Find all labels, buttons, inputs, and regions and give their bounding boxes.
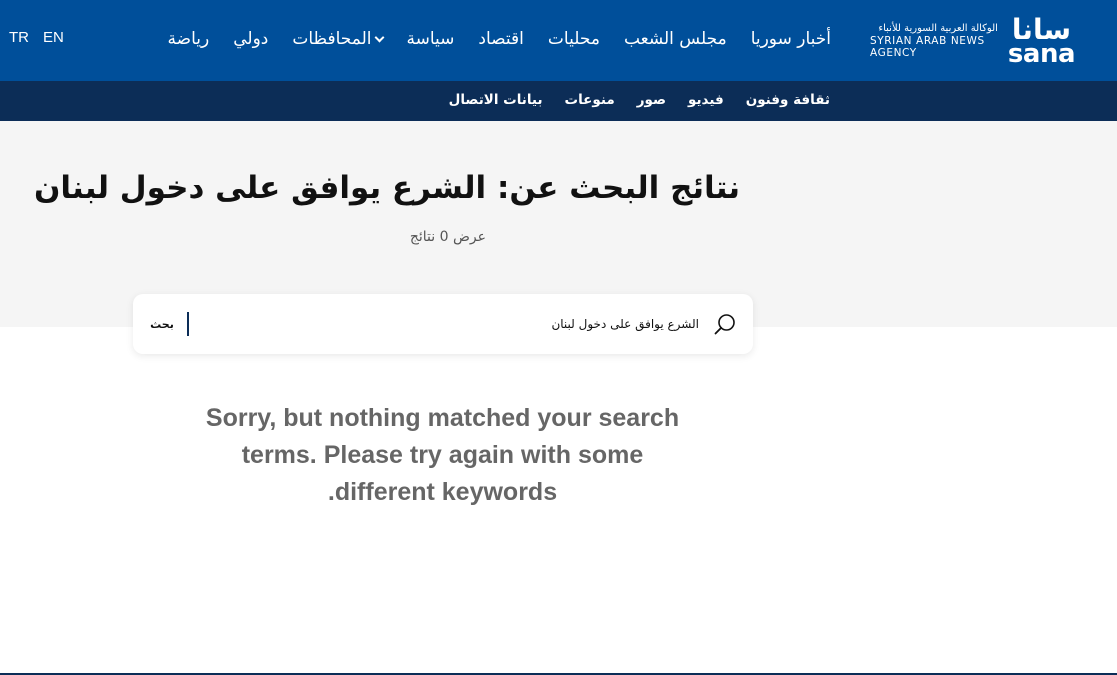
nav-item-international[interactable]: دولي bbox=[233, 29, 268, 49]
nav-item-label: سياسة bbox=[406, 29, 455, 49]
subnav-item-culture[interactable]: ثقافة وفنون bbox=[746, 92, 830, 108]
nav-item-label: دولي bbox=[233, 29, 269, 49]
nav-item-label: رياضة bbox=[167, 29, 210, 49]
main-nav: أخبار سوريا مجلس الشعب محليات اقتصاد سيا… bbox=[168, 25, 831, 53]
search-box: بحث bbox=[133, 294, 753, 354]
subnav-item-misc[interactable]: منوعات bbox=[565, 92, 615, 108]
logo-text: الوكالة العربية السورية للأنباء SYRIAN A… bbox=[870, 23, 998, 59]
chevron-down-icon bbox=[374, 32, 384, 42]
logo-mark-en: sana bbox=[1007, 39, 1076, 69]
result-count: عرض 0 نتائج bbox=[409, 229, 486, 245]
sub-nav: ثقافة وفنون فيديو صور منوعات بيانات الات… bbox=[449, 90, 830, 110]
nav-item-label: أخبار سوريا bbox=[750, 29, 831, 49]
logo-mark: سانا sana bbox=[1007, 16, 1076, 69]
search-icon[interactable] bbox=[713, 312, 737, 336]
search-input[interactable] bbox=[319, 312, 699, 336]
no-results-message: Sorry, but nothing matched your search t… bbox=[205, 404, 680, 506]
nav-item-governorates[interactable]: المحافظات bbox=[292, 29, 384, 49]
logo-text-ar: الوكالة العربية السورية للأنباء bbox=[878, 23, 998, 34]
subnav-item-video[interactable]: فيديو bbox=[688, 92, 724, 108]
sana-logo[interactable]: الوكالة العربية السورية للأنباء SYRIAN A… bbox=[870, 12, 1076, 70]
search-divider bbox=[187, 312, 189, 336]
nav-item-sports[interactable]: رياضة bbox=[168, 29, 210, 49]
page-title: نتائج البحث عن: الشرع يوافق على دخول لبن… bbox=[33, 170, 740, 206]
language-en[interactable]: EN bbox=[43, 29, 64, 46]
language-switcher: TR EN bbox=[9, 29, 64, 46]
nav-item-politics[interactable]: سياسة bbox=[407, 29, 455, 49]
nav-item-local[interactable]: محليات bbox=[548, 29, 600, 49]
nav-item-label: المحافظات bbox=[292, 29, 372, 49]
logo-text-en: SYRIAN ARAB NEWS AGENCY bbox=[870, 35, 985, 59]
nav-item-label: مجلس الشعب bbox=[623, 29, 727, 49]
subnav-item-photos[interactable]: صور bbox=[637, 92, 666, 108]
subnav-item-contact[interactable]: بيانات الاتصال bbox=[449, 92, 543, 108]
nav-item-label: اقتصاد bbox=[478, 29, 524, 49]
search-button[interactable]: بحث bbox=[147, 314, 177, 334]
nav-item-parliament[interactable]: مجلس الشعب bbox=[624, 29, 727, 49]
nav-item-label: محليات bbox=[547, 29, 600, 49]
nav-item-syria-news[interactable]: أخبار سوريا bbox=[751, 29, 831, 49]
language-tr[interactable]: TR bbox=[9, 29, 29, 46]
nav-item-economy[interactable]: اقتصاد bbox=[478, 29, 523, 49]
